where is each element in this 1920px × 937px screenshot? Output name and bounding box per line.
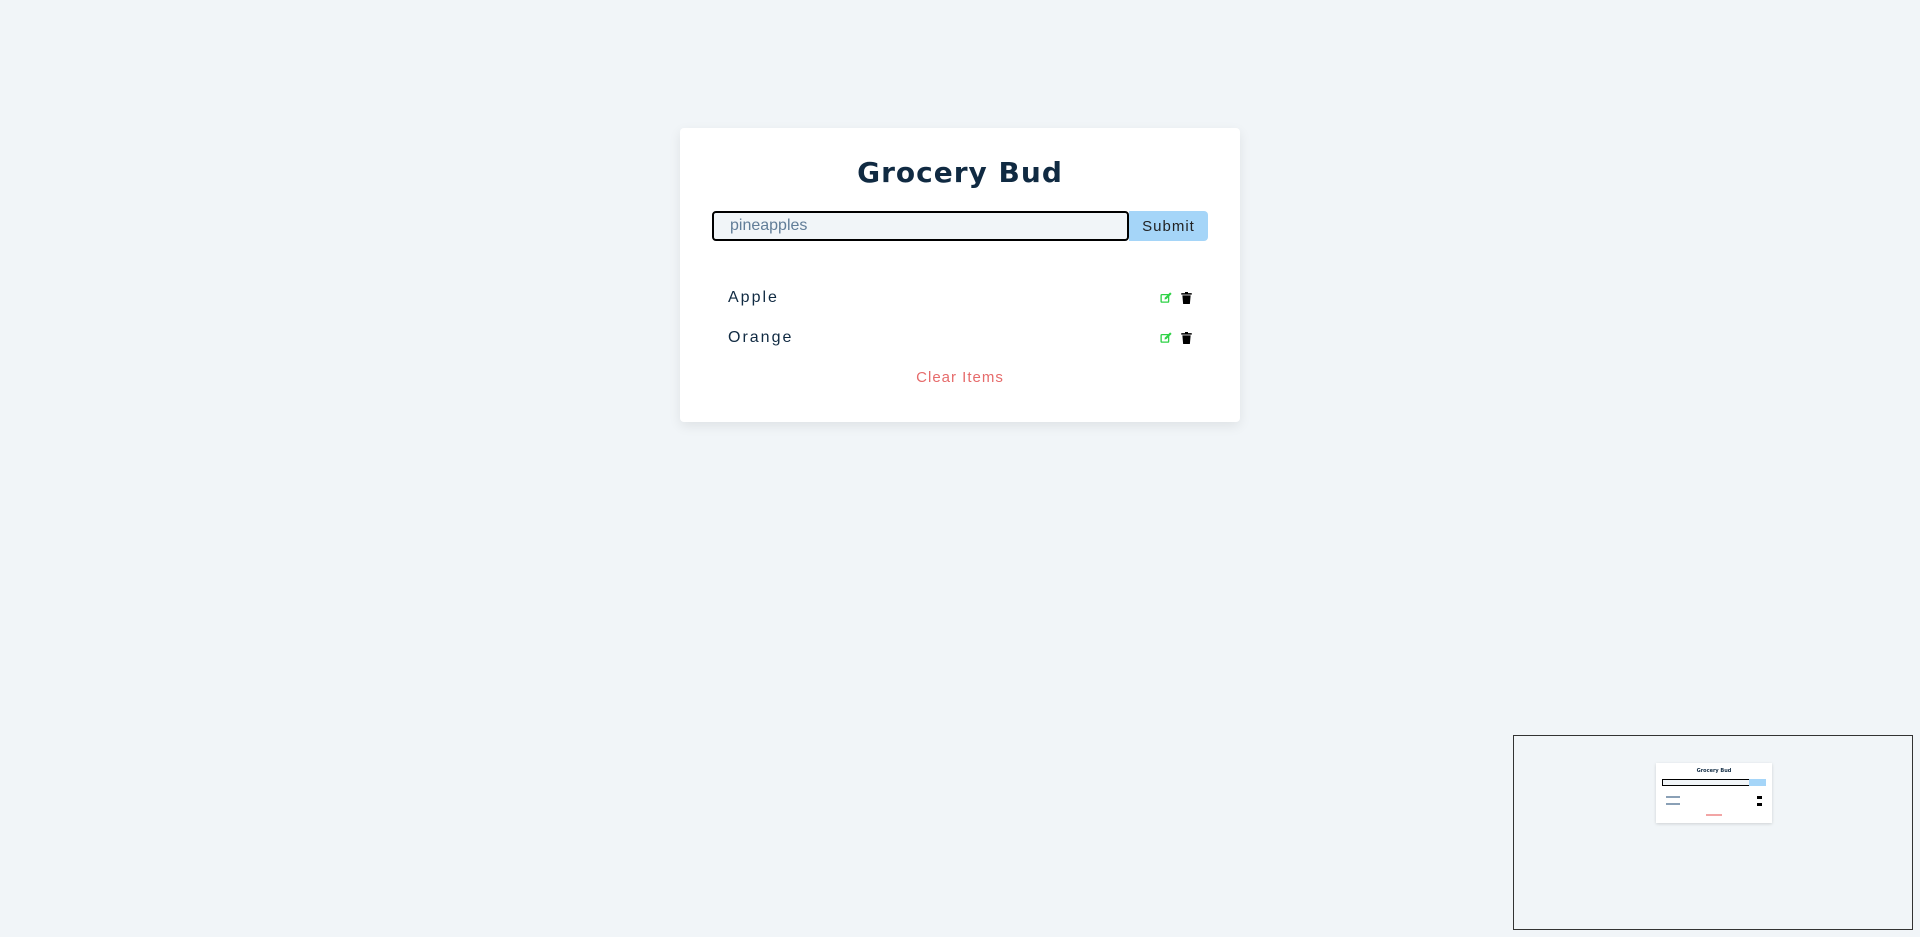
app-title: Grocery Bud <box>857 156 1063 189</box>
list-item: Apple <box>728 278 1193 318</box>
edit-icon[interactable] <box>1159 331 1173 345</box>
edit-icon[interactable] <box>1159 291 1173 305</box>
item-actions <box>1159 331 1193 345</box>
item-title: Orange <box>728 329 794 346</box>
minimap-submit <box>1749 779 1766 786</box>
minimap-card: Grocery Bud <box>1656 763 1772 823</box>
minimap-clear <box>1706 814 1722 816</box>
minimap-row <box>1666 796 1762 799</box>
trash-icon[interactable] <box>1179 331 1193 345</box>
item-actions <box>1159 291 1193 305</box>
grocery-input[interactable] <box>712 211 1129 241</box>
item-title: Apple <box>728 289 779 306</box>
grocery-card: Grocery Bud Submit Apple <box>680 128 1240 422</box>
minimap-row <box>1666 803 1762 806</box>
minimap-preview: Grocery Bud <box>1513 735 1913 930</box>
trash-icon[interactable] <box>1179 291 1193 305</box>
minimap-input <box>1662 779 1750 786</box>
submit-button[interactable]: Submit <box>1129 211 1208 241</box>
minimap-title: Grocery Bud <box>1696 768 1732 774</box>
list-item: Orange <box>728 318 1193 358</box>
grocery-list: Apple Orange <box>728 278 1193 358</box>
clear-items-button[interactable]: Clear Items <box>910 368 1010 387</box>
clear-container: Clear Items <box>680 368 1240 387</box>
grocery-form: Submit <box>712 211 1208 241</box>
